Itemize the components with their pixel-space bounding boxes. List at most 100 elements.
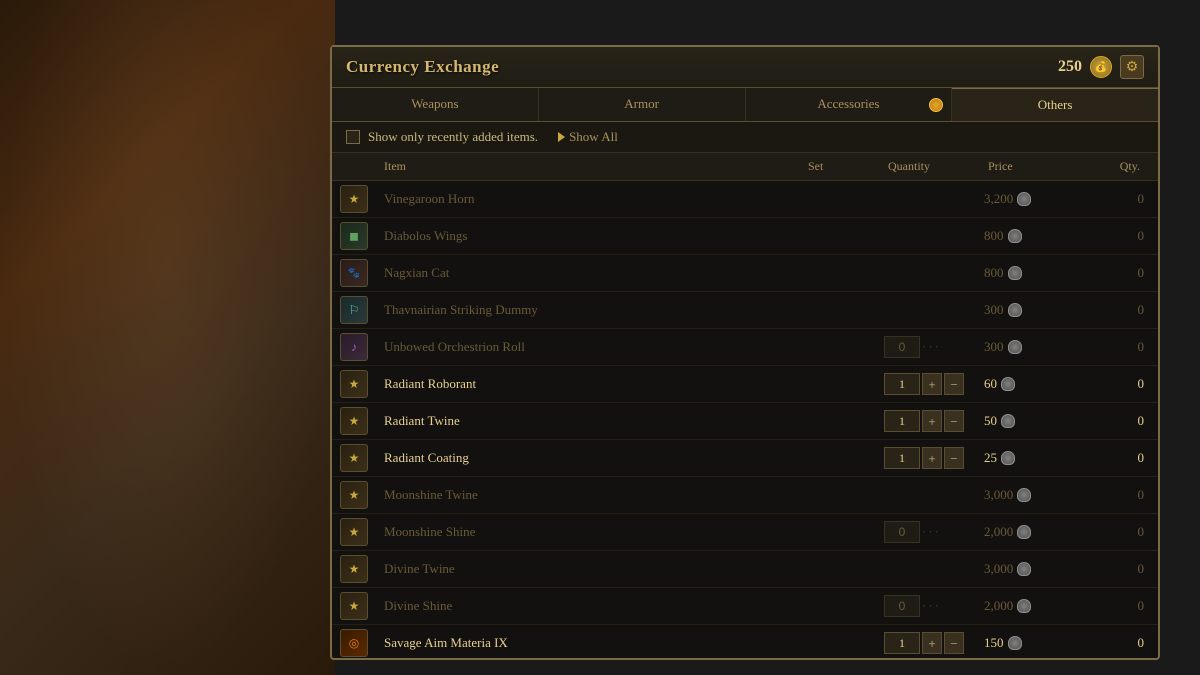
recently-added-filter[interactable]: Show only recently added items. [346,129,538,145]
item-name: Radiant Roborant [380,376,804,392]
table-row[interactable]: ★ Divine Twine 3,000 0 [332,551,1158,588]
item-price: 50 [984,413,1084,429]
item-icon: ★ [340,555,368,583]
quantity-increment-button[interactable]: + [922,632,942,654]
price-value: 150 [984,635,1004,651]
item-quantity[interactable]: +− [884,373,984,395]
quantity-input[interactable] [884,410,920,432]
item-quantity[interactable]: +− [884,447,984,469]
quantity-input[interactable] [884,595,920,617]
price-value: 800 [984,228,1004,244]
disabled-dots: ··· [922,598,941,614]
table-row[interactable]: ♪Unbowed Orchestrion Roll···3000 [332,329,1158,366]
price-value: 2,000 [984,524,1013,540]
item-price: 60 [984,376,1084,392]
price-value: 2,000 [984,598,1013,614]
item-name: Divine Shine [380,598,804,614]
price-value: 3,200 [984,191,1013,207]
currency-bag-icon: 💰 [1090,56,1112,78]
price-bag-icon [1008,266,1022,280]
quantity-increment-button[interactable]: + [922,410,942,432]
tab-others[interactable]: Others [952,88,1158,121]
item-quantity[interactable]: +− [884,632,984,654]
table-row[interactable]: ★Radiant Roborant+−600 [332,366,1158,403]
price-value: 3,000 [984,561,1013,577]
item-quantity[interactable]: ··· [884,336,984,358]
quantity-increment-button[interactable]: + [922,373,942,395]
table-row[interactable]: ⚐Thavnairian Striking Dummy3000 [332,292,1158,329]
item-name: Thavnairian Striking Dummy [380,302,804,318]
show-all-button[interactable]: Show All [558,129,618,145]
item-own-qty: 0 [1084,487,1144,503]
column-headers: Item Set Quantity Price Qty. [332,153,1158,181]
quantity-decrement-button[interactable]: − [944,632,964,654]
quantity-input[interactable] [884,447,920,469]
item-own-qty: 0 [1084,561,1144,577]
item-icon: ★ [340,518,368,546]
item-price: 3,200 [984,191,1084,207]
price-bag-icon [1008,636,1022,650]
disabled-dots: ··· [922,339,941,355]
settings-button[interactable]: ⚙ [1120,55,1144,79]
tab-accessories[interactable]: Accessories [746,88,953,121]
price-bag-icon [1017,599,1031,613]
item-price: 800 [984,228,1084,244]
col-price-header: Price [984,157,1084,176]
recently-added-checkbox[interactable] [346,130,360,144]
item-own-qty: 0 [1084,191,1144,207]
item-price: 3,000 [984,561,1084,577]
tab-weapons[interactable]: Weapons [332,88,539,121]
quantity-input[interactable] [884,373,920,395]
quantity-input[interactable] [884,632,920,654]
table-row[interactable]: ◎Savage Aim Materia IX+−1500 [332,625,1158,658]
item-quantity[interactable]: ··· [884,521,984,543]
item-own-qty: 0 [1084,228,1144,244]
item-price: 150 [984,635,1084,651]
price-bag-icon [1017,192,1031,206]
tab-bar: Weapons Armor Accessories Others [332,88,1158,122]
item-own-qty: 0 [1084,376,1144,392]
table-row[interactable]: 🐾Nagxian Cat8000 [332,255,1158,292]
item-name: Savage Aim Materia IX [380,635,804,651]
quantity-decrement-button[interactable]: − [944,410,964,432]
item-own-qty: 0 [1084,635,1144,651]
table-row[interactable]: ★Moonshine Twine3,0000 [332,477,1158,514]
quantity-decrement-button[interactable]: − [944,373,964,395]
table-row[interactable]: ◼Diabolos Wings8000 [332,218,1158,255]
panel-title: Currency Exchange [346,57,499,77]
price-bag-icon [1001,451,1015,465]
quantity-increment-button[interactable]: + [922,447,942,469]
quantity-input[interactable] [884,521,920,543]
item-name: Moonshine Shine [380,524,804,540]
item-icon: ♪ [340,333,368,361]
item-name: Moonshine Twine [380,487,804,503]
item-name: Divine Twine [380,561,804,577]
item-own-qty: 0 [1084,265,1144,281]
title-bar: Currency Exchange 250 💰 ⚙ [332,47,1158,88]
col-item-header: Item [380,157,804,176]
item-price: 2,000 [984,524,1084,540]
price-value: 25 [984,450,997,466]
accessories-badge [929,98,943,112]
show-all-arrow-icon [558,132,565,142]
table-row[interactable]: ★Moonshine Shine···2,0000 [332,514,1158,551]
background-character [0,0,335,675]
currency-amount: 250 [1058,58,1082,76]
tab-armor[interactable]: Armor [539,88,746,121]
quantity-input[interactable] [884,336,920,358]
table-row[interactable]: ★Vinegaroon Horn3,2000 [332,181,1158,218]
table-row[interactable]: ★Radiant Twine+−500 [332,403,1158,440]
item-icon: ★ [340,481,368,509]
item-price: 800 [984,265,1084,281]
item-name: Nagxian Cat [380,265,804,281]
item-quantity[interactable]: +− [884,410,984,432]
item-quantity[interactable]: ··· [884,595,984,617]
item-icon: ◎ [340,629,368,657]
quantity-decrement-button[interactable]: − [944,447,964,469]
table-row[interactable]: ★Radiant Coating+−250 [332,440,1158,477]
currency-exchange-panel: Currency Exchange 250 💰 ⚙ Weapons Armor … [330,45,1160,660]
filter-label: Show only recently added items. [368,129,538,145]
table-row[interactable]: ★Divine Shine···2,0000 [332,588,1158,625]
price-value: 60 [984,376,997,392]
item-own-qty: 0 [1084,413,1144,429]
